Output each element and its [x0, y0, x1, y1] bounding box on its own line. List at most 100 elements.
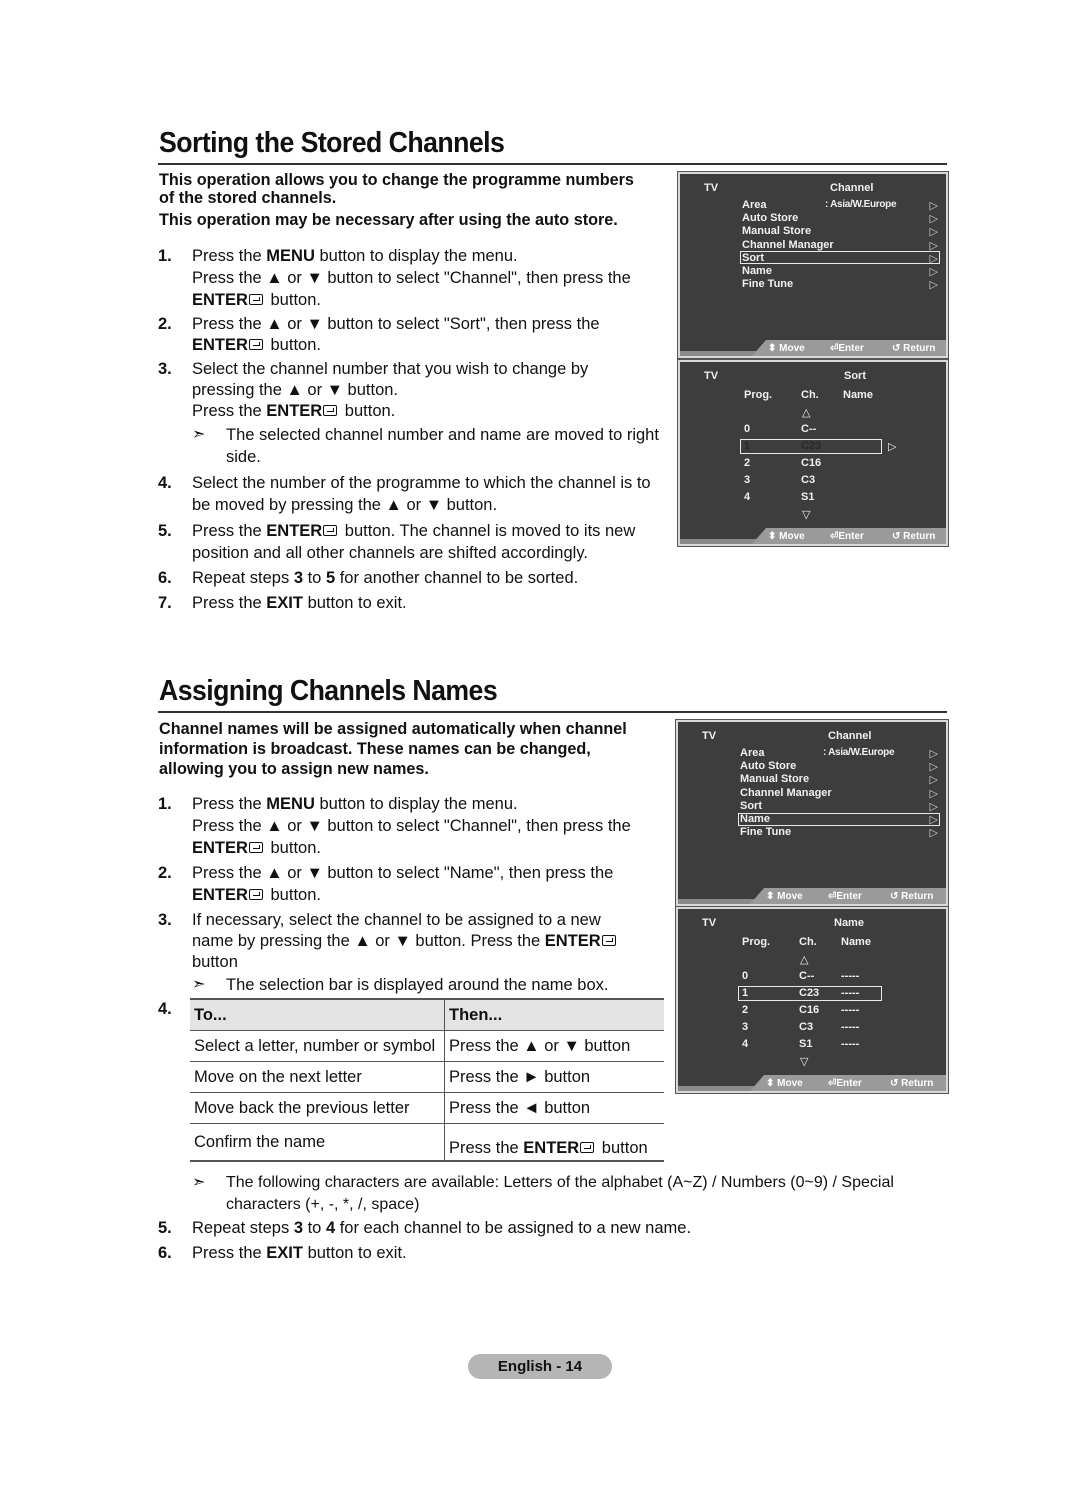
osd-menu-item: Manual Store: [740, 773, 810, 786]
osd-column-header: Ch.: [801, 389, 819, 401]
arrow-right-icon: ▷: [929, 787, 938, 800]
osd-area-value: : Asia/W.Europe: [823, 747, 895, 758]
table-cell: Move back the previous letter: [190, 1092, 445, 1124]
footer-enter: ⏎Enter: [830, 343, 864, 354]
step-number: 4.: [158, 474, 172, 492]
intro-line: of the stored channels.: [159, 189, 337, 207]
step-number: 7.: [158, 594, 172, 612]
osd-title: Channel: [828, 730, 872, 742]
osd-cell: 4: [744, 491, 751, 503]
osd-footer: ⬍ Move ⏎Enter ↺ Return: [680, 528, 946, 544]
osd-menu-item: Sort: [740, 799, 762, 812]
step-number: 3.: [158, 911, 172, 929]
step-text: If necessary, select the channel to be a…: [192, 911, 601, 929]
footer-move: ⬍ Move: [766, 891, 803, 902]
osd-menu-item: Name: [740, 813, 770, 825]
footer-move: ⬍ Move: [768, 343, 805, 354]
osd-cell: 0: [742, 970, 749, 982]
footer-enter: ⏎Enter: [830, 531, 864, 542]
arrow-right-icon: ▷: [929, 827, 938, 840]
section-title-assigning: Assigning Channels Names: [159, 675, 498, 707]
selection-highlight: [740, 251, 940, 265]
step-number: 1.: [158, 795, 172, 813]
step-text: ENTER button.: [192, 839, 321, 857]
step-text: Press the EXIT button to exit.: [192, 1244, 407, 1262]
table-row: Move back the previous letter Press the ◄…: [190, 1092, 664, 1124]
arrow-right-icon: ▷: [929, 774, 938, 787]
enter-icon: [248, 889, 263, 900]
osd-menu-item: Auto Store: [740, 760, 797, 773]
step-text: Press the ▲ or ▼ button to select "Chann…: [192, 269, 631, 287]
arrow-right-icon: ▷: [929, 266, 938, 278]
arrow-right-icon: ▷: [929, 279, 938, 292]
step-text: Repeat steps 3 to 5 for another channel …: [192, 569, 579, 587]
osd-source-label: TV: [704, 370, 719, 382]
table-row: Confirm the name Press the ENTER button: [190, 1123, 664, 1162]
arrow-right-icon: ▷: [888, 441, 897, 453]
intro-line: Channel names will be assigned automatic…: [159, 720, 627, 738]
step-text: ENTER button.: [192, 336, 321, 354]
enter-icon: [248, 339, 263, 350]
enter-icon: [601, 935, 616, 946]
osd-cell: 3: [744, 474, 751, 486]
step-text: Press the ENTER button.: [192, 402, 396, 420]
table-row: Move on the next letter Press the ► butto…: [190, 1061, 664, 1093]
osd-menu-item: Fine Tune: [740, 826, 792, 839]
arrow-right-icon: ▷: [929, 239, 938, 252]
step-text: name by pressing the ▲ or ▼ button. Pres…: [192, 930, 619, 952]
osd-cell: 2: [742, 1004, 749, 1016]
osd-name-screen: TV Name Prog. Ch. Name △ 0 C-- ----- 1 C23 ----- 2 C1…: [676, 907, 948, 1093]
enter-icon: [323, 525, 338, 536]
osd-cell: 3: [742, 1021, 749, 1033]
osd-footer: ⬍ Move ⏎Enter ↺ Return: [680, 340, 946, 356]
osd-title: Name: [834, 917, 864, 929]
arrow-right-icon: ▷: [929, 761, 938, 774]
osd-menu-item: Fine Tune: [742, 278, 794, 291]
step-number: 4.: [158, 1000, 172, 1018]
osd-column-header: Name: [841, 936, 871, 948]
step-number: 5.: [158, 1219, 172, 1237]
note-text: The selected channel number and name are…: [226, 426, 659, 444]
note-arrow-icon: ➣: [192, 1174, 206, 1191]
table-row: Select a letter, number or symbol Press t…: [190, 1030, 664, 1062]
step-text: Press the MENU button to display the men…: [192, 795, 518, 813]
osd-menu-item: Manual Store: [742, 225, 812, 238]
osd-cell: C16: [801, 457, 822, 469]
enter-icon: [248, 842, 263, 853]
name-edit-table: To... Then... Select a letter, number or…: [190, 998, 664, 1162]
osd-cell: 4: [742, 1038, 749, 1050]
osd-cell: C--: [801, 423, 817, 435]
table-cell: Confirm the name: [190, 1123, 445, 1162]
step-text: Press the EXIT button to exit.: [192, 594, 407, 612]
footer-return: ↺ Return: [890, 891, 934, 902]
osd-menu-item: Area: [742, 199, 767, 211]
arrow-right-icon: ▷: [929, 213, 938, 226]
osd-cell: S1: [801, 491, 815, 503]
osd-cell: C23: [799, 987, 820, 999]
note-arrow-icon: ➣: [192, 426, 206, 443]
osd-cell: -----: [841, 1004, 860, 1016]
step-number: 3.: [158, 360, 172, 378]
step-number: 2.: [158, 864, 172, 882]
step-number: 5.: [158, 522, 172, 540]
step-text: position and all other channels are shif…: [192, 544, 588, 562]
osd-menu-item: Area: [740, 747, 765, 759]
osd-column-header: Ch.: [799, 936, 817, 948]
osd-channel-menu-sort: TV Channel Area ▷ Auto Store ▷ Manual Store ▷ Ch…: [678, 172, 948, 358]
osd-cell: 1: [742, 987, 749, 999]
note-text: The selection bar is displayed around th…: [226, 976, 609, 994]
step-text: Repeat steps 3 to 4 for each channel to …: [192, 1219, 692, 1237]
step-text: Press the ▲ or ▼ button to select "Sort"…: [192, 315, 600, 333]
step-text: Select the channel number that you wish …: [192, 360, 589, 378]
osd-menu-item: Name: [742, 265, 772, 277]
osd-source-label: TV: [702, 917, 717, 929]
table-header-to: To...: [190, 998, 445, 1031]
step-text: button: [192, 953, 238, 971]
arrow-right-icon: ▷: [929, 748, 938, 760]
osd-sort-screen: TV Sort Prog. Ch. Name △ 0 C-- 1 C23 2 C16 3 C3 4 S1 ▽ ▷ ⬍…: [678, 360, 948, 546]
table-header-then: Then...: [444, 998, 664, 1031]
step-text: Press the ENTER button. The channel is m…: [192, 522, 636, 540]
footer-move: ⬍ Move: [768, 531, 805, 542]
footer-return: ↺ Return: [890, 1078, 934, 1089]
osd-menu-item: Auto Store: [742, 212, 799, 225]
